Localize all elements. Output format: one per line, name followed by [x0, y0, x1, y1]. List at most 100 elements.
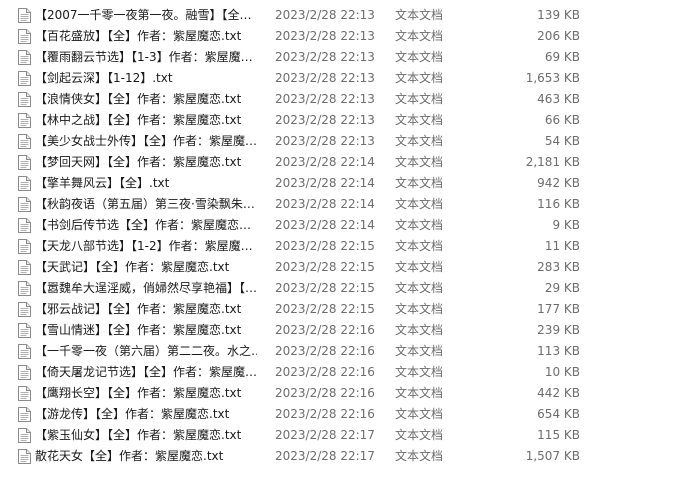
file-name[interactable]: 【倚天屠龙记节选】【全】作者：紫屋魔… — [35, 365, 257, 380]
file-row[interactable]: 【2007一千零一夜第一夜。融雪】【全… 2023/2/28 22:13 文本文档 1… — [0, 5, 690, 26]
file-row[interactable]: 【梦回天网】【全】作者：紫屋魔恋.txt 2023/2/28 22:14 文本文档 2… — [0, 152, 690, 173]
file-name[interactable]: 【林中之战】【全】作者：紫屋魔恋.txt — [35, 113, 257, 128]
file-modified-date: 2023/2/28 22:13 — [275, 29, 375, 43]
text-document-icon — [18, 155, 31, 170]
file-modified-date: 2023/2/28 22:16 — [275, 386, 375, 400]
file-name[interactable]: 【百花盛放】【全】作者：紫屋魔恋.txt — [35, 29, 257, 44]
file-modified-date: 2023/2/28 22:16 — [275, 344, 375, 358]
file-modified-date: 2023/2/28 22:14 — [275, 218, 375, 232]
text-document-icon — [18, 428, 31, 443]
file-modified-date: 2023/2/28 22:13 — [275, 71, 375, 85]
file-name[interactable]: 【天武记】【全】作者：紫屋魔恋.txt — [35, 260, 257, 275]
file-modified-date: 2023/2/28 22:13 — [275, 92, 375, 106]
file-row[interactable]: 【天武记】【全】作者：紫屋魔恋.txt 2023/2/28 22:15 文本文档 28… — [0, 257, 690, 278]
file-modified-date: 2023/2/28 22:16 — [275, 323, 375, 337]
file-name[interactable]: 【剑起云深】【1-12】.txt — [35, 71, 257, 86]
file-row[interactable]: 散花天女【全】作者：紫屋魔恋.txt 2023/2/28 22:17 文本文档 1,5… — [0, 446, 690, 467]
text-document-icon — [18, 386, 31, 401]
file-row[interactable]: 【倚天屠龙记节选】【全】作者：紫屋魔… 2023/2/28 22:16 文本文档 10… — [0, 362, 690, 383]
file-size: 115 KB — [537, 428, 580, 442]
file-type: 文本文档 — [395, 92, 444, 106]
file-name[interactable]: 【美少女战士外传】【全】作者：紫屋魔… — [35, 134, 257, 149]
text-document-icon — [18, 260, 31, 275]
file-row[interactable]: 【擎羊舞风云】【全】.txt 2023/2/28 22:14 文本文档 942 KB — [0, 173, 690, 194]
file-type: 文本文档 — [395, 113, 444, 127]
file-modified-date: 2023/2/28 22:13 — [275, 113, 375, 127]
file-type: 文本文档 — [395, 386, 444, 400]
file-row[interactable]: 【紫玉仙女】【全】作者：紫屋魔恋.txt 2023/2/28 22:17 文本文档 1… — [0, 425, 690, 446]
text-document-icon — [18, 218, 31, 233]
file-modified-date: 2023/2/28 22:13 — [275, 134, 375, 148]
file-row[interactable]: 【秋韵夜语（第五届）第三夜·雪染飘朱… 2023/2/28 22:14 文本文档 11… — [0, 194, 690, 215]
file-name[interactable]: 【一千零一夜（第六届）第二二夜。水之… — [35, 344, 257, 359]
file-name[interactable]: 散花天女【全】作者：紫屋魔恋.txt — [35, 449, 257, 464]
file-name[interactable]: 【雪山情迷】【全】作者：紫屋魔恋.txt — [35, 323, 257, 338]
file-name[interactable]: 【梦回天网】【全】作者：紫屋魔恋.txt — [35, 155, 257, 170]
file-row[interactable]: 【一千零一夜（第六届）第二二夜。水之… 2023/2/28 22:16 文本文档 11… — [0, 341, 690, 362]
file-row[interactable]: 【邪云战记】【全】作者：紫屋魔恋.txt 2023/2/28 22:15 文本文档 1… — [0, 299, 690, 320]
text-document-icon — [18, 8, 31, 23]
file-size: 29 KB — [544, 281, 580, 295]
file-row[interactable]: 【嚣魏牟大逞淫威，俏婦然尽享艳福】【… 2023/2/28 22:15 文本文档 29… — [0, 278, 690, 299]
file-modified-date: 2023/2/28 22:15 — [275, 302, 375, 316]
file-row[interactable]: 【雪山情迷】【全】作者：紫屋魔恋.txt 2023/2/28 22:16 文本文档 2… — [0, 320, 690, 341]
file-name[interactable]: 【嚣魏牟大逞淫威，俏婦然尽享艳福】【… — [35, 281, 257, 296]
text-document-icon — [18, 407, 31, 422]
file-modified-date: 2023/2/28 22:15 — [275, 260, 375, 274]
text-document-icon — [18, 71, 31, 86]
file-size: 9 KB — [552, 218, 580, 232]
file-name[interactable]: 【天龙八部节选】【1-2】作者：紫屋魔… — [35, 239, 257, 254]
file-modified-date: 2023/2/28 22:17 — [275, 449, 375, 463]
file-size: 942 KB — [537, 176, 580, 190]
file-name[interactable]: 【浪情侠女】【全】作者：紫屋魔恋.txt — [35, 92, 257, 107]
file-name[interactable]: 【书剑后传节选【全】作者：紫屋魔恋… — [35, 218, 257, 233]
file-type: 文本文档 — [395, 428, 444, 442]
file-list: 【2007一千零一夜第一夜。融雪】【全… 2023/2/28 22:13 文本文档 1… — [0, 5, 690, 467]
file-type: 文本文档 — [395, 197, 444, 211]
text-document-icon — [18, 323, 31, 338]
file-name[interactable]: 【游龙传】【全】作者：紫屋魔恋.txt — [35, 407, 257, 422]
file-row[interactable]: 【鹰翔长空】【全】作者：紫屋魔恋.txt 2023/2/28 22:16 文本文档 4… — [0, 383, 690, 404]
text-document-icon — [18, 92, 31, 107]
file-size: 54 KB — [544, 134, 580, 148]
file-size: 66 KB — [544, 113, 580, 127]
file-name[interactable]: 【鹰翔长空】【全】作者：紫屋魔恋.txt — [35, 386, 257, 401]
text-document-icon — [18, 113, 31, 128]
file-size: 113 KB — [537, 344, 580, 358]
file-type: 文本文档 — [395, 302, 444, 316]
file-row[interactable]: 【覆雨翻云节选】【1-3】作者：紫屋魔… 2023/2/28 22:13 文本文档 6… — [0, 47, 690, 68]
file-row[interactable]: 【百花盛放】【全】作者：紫屋魔恋.txt 2023/2/28 22:13 文本文档 2… — [0, 26, 690, 47]
file-modified-date: 2023/2/28 22:13 — [275, 8, 375, 22]
file-modified-date: 2023/2/28 22:15 — [275, 281, 375, 295]
file-type: 文本文档 — [395, 176, 444, 190]
file-name[interactable]: 【紫玉仙女】【全】作者：紫屋魔恋.txt — [35, 428, 257, 443]
file-size: 69 KB — [544, 50, 580, 64]
file-name[interactable]: 【2007一千零一夜第一夜。融雪】【全… — [35, 8, 257, 23]
file-size: 1,507 KB — [525, 449, 580, 463]
file-row[interactable]: 【林中之战】【全】作者：紫屋魔恋.txt 2023/2/28 22:13 文本文档 6… — [0, 110, 690, 131]
file-name[interactable]: 【覆雨翻云节选】【1-3】作者：紫屋魔… — [35, 50, 257, 65]
text-document-icon — [18, 449, 31, 464]
file-row[interactable]: 【浪情侠女】【全】作者：紫屋魔恋.txt 2023/2/28 22:13 文本文档 4… — [0, 89, 690, 110]
file-row[interactable]: 【剑起云深】【1-12】.txt 2023/2/28 22:13 文本文档 1,653… — [0, 68, 690, 89]
file-row[interactable]: 【美少女战士外传】【全】作者：紫屋魔… 2023/2/28 22:13 文本文档 54… — [0, 131, 690, 152]
file-modified-date: 2023/2/28 22:16 — [275, 365, 375, 379]
file-type: 文本文档 — [395, 29, 444, 43]
file-row[interactable]: 【游龙传】【全】作者：紫屋魔恋.txt 2023/2/28 22:16 文本文档 65… — [0, 404, 690, 425]
file-type: 文本文档 — [395, 71, 444, 85]
file-name[interactable]: 【秋韵夜语（第五届）第三夜·雪染飘朱… — [35, 197, 257, 212]
file-modified-date: 2023/2/28 22:13 — [275, 50, 375, 64]
file-row[interactable]: 【天龙八部节选】【1-2】作者：紫屋魔… 2023/2/28 22:15 文本文档 1… — [0, 236, 690, 257]
text-document-icon — [18, 50, 31, 65]
file-modified-date: 2023/2/28 22:17 — [275, 428, 375, 442]
file-name[interactable]: 【邪云战记】【全】作者：紫屋魔恋.txt — [35, 302, 257, 317]
text-document-icon — [18, 134, 31, 149]
file-size: 239 KB — [537, 323, 580, 337]
file-row[interactable]: 【书剑后传节选【全】作者：紫屋魔恋… 2023/2/28 22:14 文本文档 9 K… — [0, 215, 690, 236]
file-size: 177 KB — [537, 302, 580, 316]
file-modified-date: 2023/2/28 22:16 — [275, 407, 375, 421]
file-name[interactable]: 【擎羊舞风云】【全】.txt — [35, 176, 257, 191]
file-size: 1,653 KB — [525, 71, 580, 85]
file-modified-date: 2023/2/28 22:14 — [275, 176, 375, 190]
text-document-icon — [18, 281, 31, 296]
